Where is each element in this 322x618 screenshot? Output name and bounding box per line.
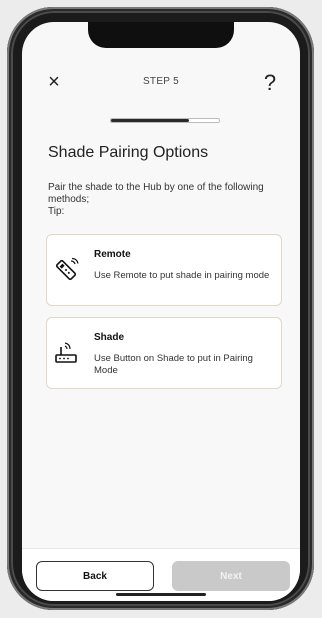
phone-notch: [88, 22, 234, 48]
remote-icon: [55, 257, 79, 281]
option-title: Shade: [94, 332, 125, 343]
progress-fill: [111, 119, 189, 122]
option-title: Remote: [94, 249, 131, 260]
hub-button-icon: [55, 342, 77, 363]
option-description: Use Remote to put shade in pairing mode: [94, 270, 270, 281]
app-screen: × STEP 5 ? Shade Pairing Options Pair th…: [22, 22, 300, 601]
page-description: Pair the shade to the Hub by one of the …: [48, 182, 264, 217]
option-card-shade[interactable]: Shade Use Button on Shade to put in Pair…: [46, 317, 282, 389]
help-button[interactable]: ?: [260, 70, 280, 95]
option-card-remote[interactable]: Remote Use Remote to put shade in pairin…: [46, 234, 282, 306]
option-description: Use Button on Shade to put in Pairing Mo…: [94, 353, 253, 376]
home-indicator: [116, 593, 206, 596]
page-title: Shade Pairing Options: [48, 144, 209, 161]
step-label: STEP 5: [142, 76, 180, 87]
back-button[interactable]: Back: [36, 561, 154, 591]
progress-bar: [110, 118, 220, 123]
next-button[interactable]: Next: [172, 561, 290, 591]
